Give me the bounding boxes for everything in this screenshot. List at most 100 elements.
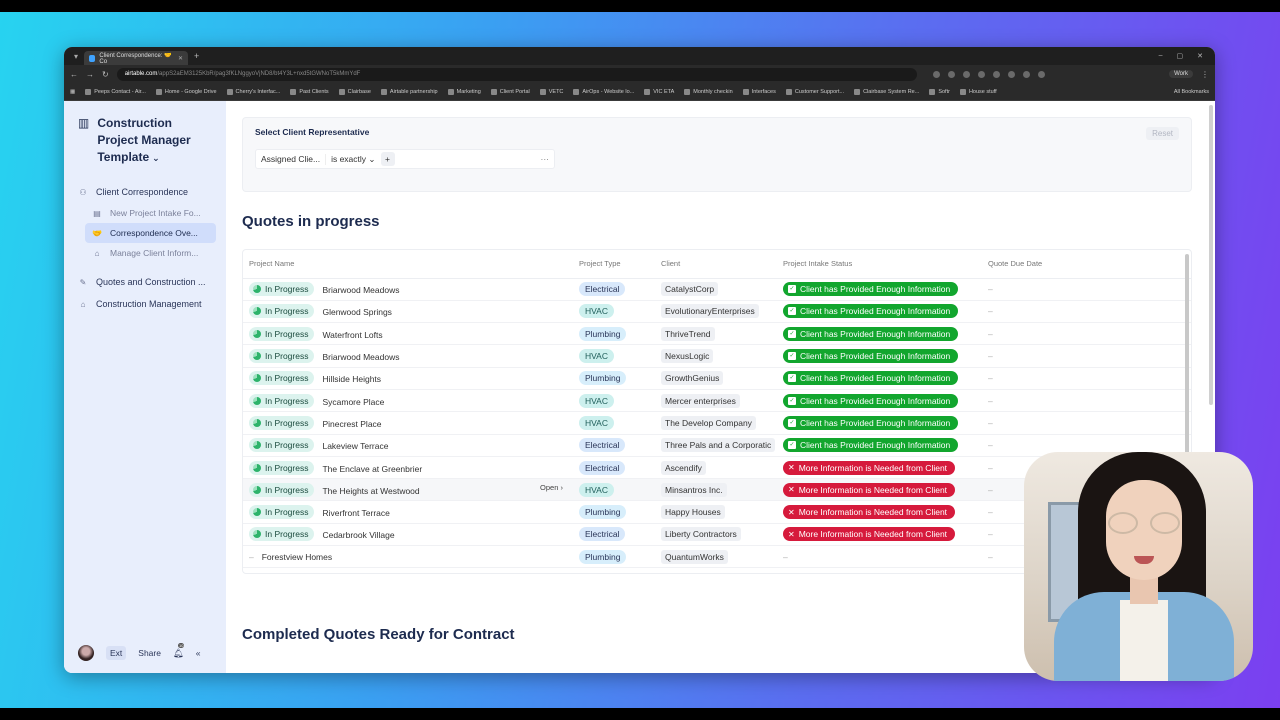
- cell-project[interactable]: In Progress The Enclave at Greenbrier: [243, 456, 573, 480]
- cell-project[interactable]: In Progress Lakeview Terrace: [243, 434, 573, 457]
- avatar[interactable]: [78, 645, 94, 661]
- cell-client[interactable]: GrowthGenius: [655, 367, 777, 390]
- bookmark-item[interactable]: Monthly checkin: [684, 88, 733, 95]
- notifications-button[interactable]: 🔔︎ 10: [173, 642, 185, 659]
- cell-intake[interactable]: ✓ Client has Provided Enough Information: [777, 389, 982, 413]
- filter-operator-select[interactable]: is exactly ⌄: [325, 153, 380, 165]
- bookmark-item[interactable]: Past Clients: [290, 88, 329, 95]
- cell-client[interactable]: Mercer enterprises: [655, 389, 777, 413]
- cell-intake[interactable]: –: [777, 545, 982, 569]
- column-header[interactable]: Project Type: [573, 250, 655, 279]
- bookmark-item[interactable]: VETC: [539, 88, 563, 95]
- cell-project[interactable]: In Progress Cedarbrook Village: [243, 523, 573, 547]
- minimize-icon[interactable]: –: [1159, 52, 1163, 60]
- column-header[interactable]: Project Name: [243, 250, 573, 279]
- cell-due-date[interactable]: –: [982, 322, 1191, 346]
- cell-project[interactable]: In Progress Briarwood Meadows: [243, 278, 573, 301]
- cell-type[interactable]: HVAC: [573, 344, 655, 368]
- cell-intake[interactable]: ✓ Client has Provided Enough Information: [777, 278, 982, 301]
- sidebar-item-manage-client-info[interactable]: ⌂ Manage Client Inform...: [85, 243, 216, 263]
- cell-type[interactable]: Electrical: [573, 434, 655, 457]
- base-header[interactable]: ▥ Construction Project Manager Template ⌄: [78, 115, 216, 167]
- bookmark-item[interactable]: Client Portal: [490, 88, 530, 95]
- cell-type[interactable]: Plumbing: [573, 367, 655, 390]
- back-icon[interactable]: ←: [70, 70, 78, 79]
- cell-client[interactable]: Liberty Contractors: [655, 523, 777, 547]
- cell-project[interactable]: In Progress Sycamore Place: [243, 389, 573, 413]
- url-input[interactable]: airtable.com/appS2aEM3125KbR/pag3fKLNggy…: [116, 67, 917, 81]
- bookmark-item[interactable]: Customer Support...: [785, 88, 844, 95]
- cell-project[interactable]: In Progress Riverfront Terrace: [243, 500, 573, 524]
- cell-intake[interactable]: ✕ More Information is Needed from Client: [777, 523, 982, 547]
- cell-due-date[interactable]: –: [982, 411, 1191, 435]
- bookmark-item[interactable]: Softr: [929, 88, 950, 95]
- close-window-icon[interactable]: ✕: [1197, 52, 1203, 60]
- cell-type[interactable]: HVAC: [573, 478, 655, 502]
- cell-project[interactable]: In Progress Glenwood Springs: [243, 300, 573, 324]
- more-options-icon[interactable]: ···: [536, 154, 555, 164]
- cell-project[interactable]: In Progress Pinecrest Place: [243, 411, 573, 435]
- cell-client[interactable]: CatalystCorp: [655, 278, 777, 301]
- extension-icon[interactable]: [1007, 70, 1015, 78]
- cell-intake[interactable]: ✓ Client has Provided Enough Information: [777, 300, 982, 324]
- profile-button[interactable]: Work: [1169, 70, 1193, 78]
- column-header[interactable]: Project Intake Status: [777, 250, 982, 279]
- table-row[interactable]: In Progress Pinecrest Place HVAC The Develo…: [243, 411, 1191, 435]
- sidebar-item-quotes-construction[interactable]: ✎ Quotes and Construction ...: [78, 271, 216, 293]
- table-scrollbar[interactable]: [1185, 254, 1189, 454]
- bookmark-item[interactable]: Clairbase: [338, 88, 371, 95]
- cell-project[interactable]: In Progress The Heights at Westwood Open ›: [243, 478, 573, 502]
- bookmark-item[interactable]: Interfaces: [742, 88, 776, 95]
- reset-button[interactable]: Reset: [1146, 127, 1179, 140]
- sidebar-item-client-correspondence[interactable]: ⚇ Client Correspondence: [78, 181, 216, 203]
- cell-intake[interactable]: ✓ Client has Provided Enough Information: [777, 367, 982, 390]
- bookmark-item[interactable]: House stuff: [959, 88, 997, 95]
- extension-icon[interactable]: [1022, 70, 1030, 78]
- bookmark-item[interactable]: Clairbase System Re...: [854, 88, 919, 95]
- new-tab-icon[interactable]: +: [194, 51, 199, 61]
- cell-type[interactable]: Plumbing: [573, 500, 655, 524]
- cell-intake[interactable]: ✕ More Information is Needed from Client: [777, 456, 982, 480]
- cell-due-date[interactable]: –: [982, 300, 1191, 324]
- browser-tab[interactable]: Client Correspondence: 🤝 Co ✕: [84, 51, 188, 65]
- cell-type[interactable]: HVAC: [573, 389, 655, 413]
- add-filter-button[interactable]: +: [380, 152, 395, 166]
- bookmark-item[interactable]: Airtable partnership: [380, 88, 438, 95]
- reload-icon[interactable]: ↻: [102, 70, 109, 79]
- cell-client[interactable]: Three Pals and a Corporatic: [655, 434, 777, 457]
- table-row[interactable]: In Progress Waterfront Lofts Plumbing Thriv…: [243, 322, 1191, 346]
- cell-client[interactable]: Ascendify: [655, 456, 777, 480]
- bookmark-item[interactable]: AirOps - Website lo...: [573, 88, 634, 95]
- table-row[interactable]: In Progress Glenwood Springs HVAC Evolution…: [243, 300, 1191, 324]
- column-header[interactable]: Client: [655, 250, 777, 279]
- cell-type[interactable]: HVAC: [573, 300, 655, 324]
- maximize-icon[interactable]: ▢: [1177, 52, 1184, 60]
- bookmark-item[interactable]: Home - Google Drive: [155, 88, 217, 95]
- cell-project[interactable]: In Progress Briarwood Meadows: [243, 344, 573, 368]
- cell-type[interactable]: Electrical: [573, 278, 655, 301]
- cell-intake[interactable]: ✓ Client has Provided Enough Information: [777, 322, 982, 346]
- apps-grid-icon[interactable]: ▦: [70, 89, 75, 95]
- cell-client[interactable]: Minsantros Inc.: [655, 478, 777, 502]
- cell-client[interactable]: QuantumWorks: [655, 545, 777, 569]
- cell-project[interactable]: In Progress Hillside Heights: [243, 367, 573, 390]
- bookmark-item[interactable]: VIC ETA: [644, 88, 674, 95]
- cell-client[interactable]: Happy Houses: [655, 500, 777, 524]
- cell-client[interactable]: ThriveTrend: [655, 322, 777, 346]
- bookmark-item[interactable]: Cherry's Interfac...: [226, 88, 280, 95]
- bookmark-item[interactable]: Marketing: [447, 88, 481, 95]
- bookmark-item[interactable]: Peeps Contact - Air...: [85, 88, 146, 95]
- cell-due-date[interactable]: –: [982, 344, 1191, 368]
- extension-icon[interactable]: [947, 70, 955, 78]
- extension-icon[interactable]: [962, 70, 970, 78]
- cell-intake[interactable]: ✕ More Information is Needed from Client: [777, 478, 982, 502]
- cell-intake[interactable]: ✓ Client has Provided Enough Information: [777, 344, 982, 368]
- cell-due-date[interactable]: –: [982, 278, 1191, 301]
- cell-project[interactable]: In Progress Waterfront Lofts: [243, 322, 573, 346]
- cell-client[interactable]: The Develop Company: [655, 411, 777, 435]
- all-bookmarks-button[interactable]: All Bookmarks: [1174, 89, 1209, 95]
- extension-icon[interactable]: [977, 70, 985, 78]
- cell-type[interactable]: Electrical: [573, 523, 655, 547]
- cell-type[interactable]: Plumbing: [573, 545, 655, 569]
- cell-type[interactable]: HVAC: [573, 411, 655, 435]
